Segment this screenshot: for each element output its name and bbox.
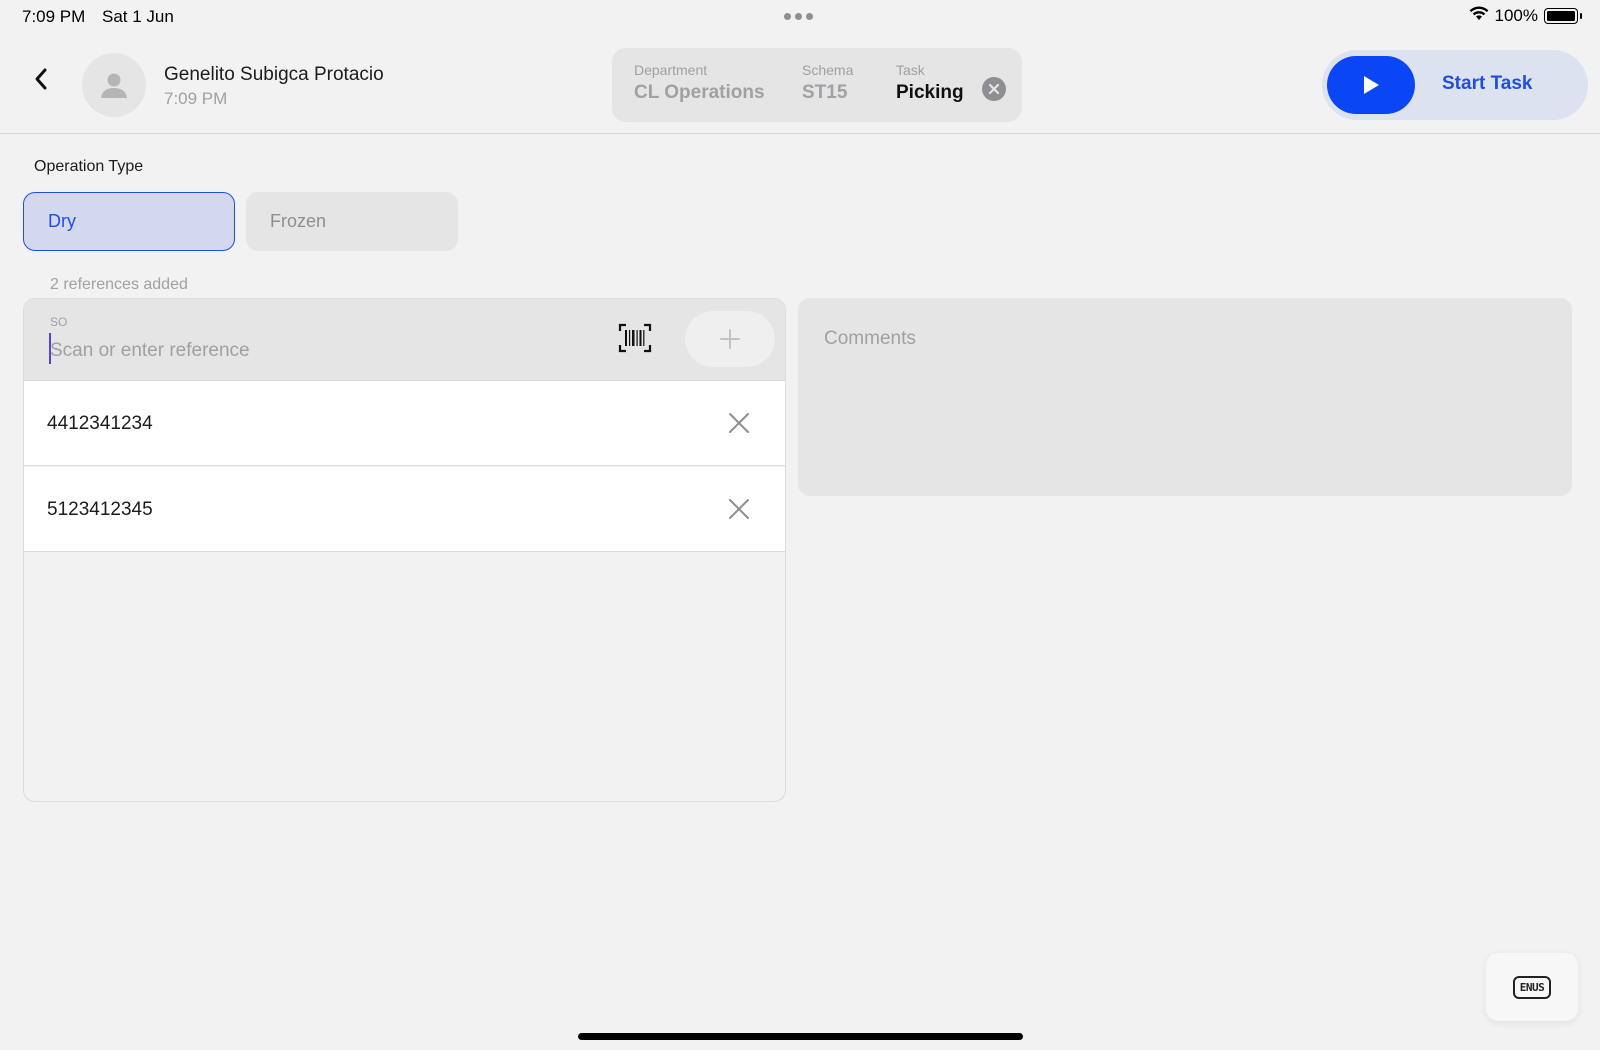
references-panel: SO 4412341234 51 (23, 298, 786, 802)
remove-reference-button[interactable] (727, 497, 751, 521)
battery-icon (1544, 8, 1582, 24)
add-reference-button[interactable] (685, 311, 775, 367)
language-badge: ENUS (1512, 975, 1552, 999)
reference-value: 4412341234 (47, 413, 153, 434)
department-label: Department (634, 62, 708, 78)
status-date: Sat 1 Jun (102, 7, 174, 26)
person-icon (101, 73, 127, 98)
schema-field: Schema ST15 (802, 62, 853, 104)
back-button[interactable] (28, 66, 54, 92)
chevron-left-icon (35, 68, 47, 90)
status-right: 100% (1469, 6, 1582, 26)
wifi-icon (1469, 6, 1489, 26)
task-value: Picking (896, 82, 964, 103)
task-field: Task Picking (896, 62, 964, 104)
user-name: Genelito Subigca Protacio (164, 64, 384, 85)
avatar (82, 53, 146, 117)
reference-row: 4412341234 (24, 381, 785, 466)
text-caret (49, 333, 51, 364)
barcode-scan-button[interactable] (618, 323, 652, 353)
remove-reference-button[interactable] (727, 411, 751, 435)
status-time: 7:09 PM (22, 7, 86, 26)
reference-input[interactable] (50, 335, 590, 367)
reference-value: 5123412345 (47, 499, 153, 520)
task-label: Task (896, 62, 925, 78)
close-icon (729, 499, 749, 519)
reference-row: 5123412345 (24, 467, 785, 552)
schema-label: Schema (802, 62, 854, 78)
task-selection-chip[interactable]: Department CL Operations Schema ST15 Tas… (612, 48, 1022, 122)
close-icon (988, 83, 1000, 95)
battery-percent: 100% (1494, 6, 1538, 25)
play-icon-container (1327, 56, 1415, 114)
header: Genelito Subigca Protacio 7:09 PM Depart… (0, 34, 1600, 134)
play-icon (1364, 76, 1379, 94)
references-count: 2 references added (50, 276, 188, 293)
operation-type-dry[interactable]: Dry (23, 192, 235, 251)
plus-icon (720, 329, 740, 349)
start-task-button[interactable]: Start Task (1322, 50, 1588, 120)
multitasking-dots-icon[interactable] (784, 13, 813, 20)
barcode-icon (618, 323, 652, 353)
department-value: CL Operations (634, 82, 765, 103)
schema-value: ST15 (802, 82, 848, 103)
clear-task-button[interactable] (982, 77, 1006, 101)
so-field-label: SO (50, 315, 68, 329)
close-icon (729, 413, 749, 433)
language-button[interactable]: ENUS (1486, 953, 1578, 1021)
operation-type-frozen[interactable]: Frozen (246, 192, 458, 251)
department-field: Department CL Operations (634, 62, 765, 104)
user-time: 7:09 PM (164, 89, 228, 108)
comments-field[interactable] (798, 298, 1572, 496)
reference-input-area: SO (24, 299, 785, 381)
status-bar: 7:09 PM Sat 1 Jun 100% (0, 0, 1600, 34)
operation-type-label: Operation Type (34, 158, 144, 175)
start-task-label: Start Task (1442, 73, 1533, 94)
home-indicator[interactable] (578, 1033, 1023, 1040)
